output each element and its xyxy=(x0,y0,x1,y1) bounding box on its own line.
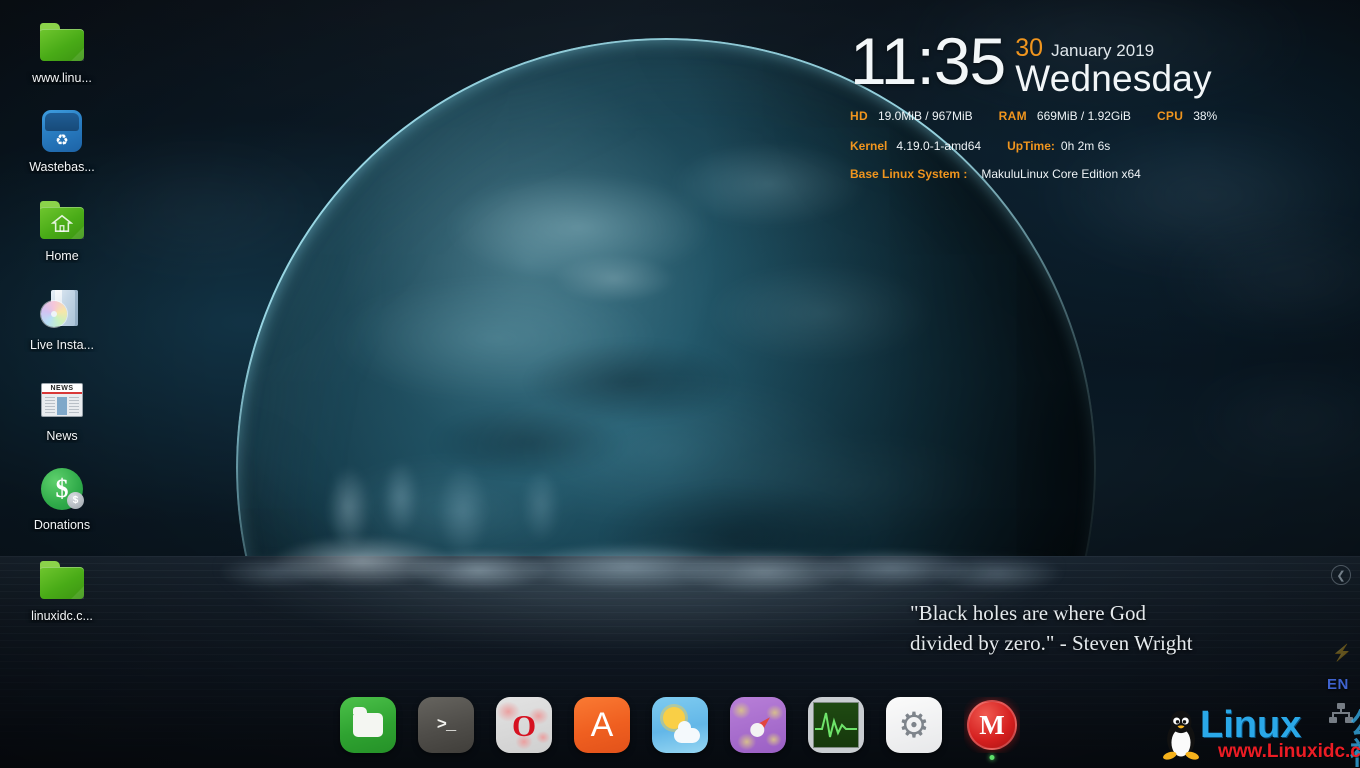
makulu-m-glyph: M xyxy=(979,709,1005,740)
desktop-icon-www-linu[interactable]: www.linu... xyxy=(0,14,124,87)
stat-value-hd: 19.0MiB / 967MiB xyxy=(877,109,973,123)
opera-o-glyph: O xyxy=(511,707,537,743)
folder-icon xyxy=(0,556,124,604)
uptime-label: UpTime: xyxy=(1007,139,1055,153)
chevron-left-icon: ❮ xyxy=(1336,569,1346,582)
house-glyph xyxy=(51,214,73,232)
gear-icon: ⚙ xyxy=(886,697,942,753)
desktop-icon-label: Home xyxy=(45,249,79,263)
desktop-icon-label: Live Insta... xyxy=(30,338,94,352)
tray-power-button[interactable]: ⚡ xyxy=(1332,643,1352,663)
base-system-value: MakuluLinux Core Edition x64 xyxy=(981,167,1141,181)
stat-value-ram: 669MiB / 1.92GiB xyxy=(1036,109,1131,123)
kernel-value: 4.19.0-1-amd64 xyxy=(896,139,982,153)
stat-value-cpu: 38% xyxy=(1193,109,1218,123)
running-indicator-dot xyxy=(989,755,995,760)
base-system-row: Base Linux System : MakuluLinux Core Edi… xyxy=(850,167,1290,181)
desktop-icon-donations[interactable]: $ $ Donations xyxy=(0,461,124,534)
live-installer-disc-icon xyxy=(0,285,124,333)
desktop-icon-label: Wastebas... xyxy=(29,160,95,174)
dock-item-ardour[interactable]: A xyxy=(574,697,630,753)
dock-item-makulu-menu[interactable]: M xyxy=(964,697,1020,760)
terminal-prompt-glyph: >_ xyxy=(436,715,456,735)
tray-collapse-button[interactable]: ❮ xyxy=(1331,565,1351,585)
stat-label-ram: RAM xyxy=(998,109,1027,123)
gear-glyph: ⚙ xyxy=(898,705,930,745)
weather-sun-cloud-icon xyxy=(652,697,708,753)
makulu-logo-icon: M xyxy=(964,697,1020,753)
conky-system-widget: 11:35 30 January 2019 Wednesday HD 19.0M… xyxy=(850,28,1290,181)
desktop-icon-home[interactable]: Home xyxy=(0,192,124,265)
desktop-icon-linuxidc[interactable]: linuxidc.c... xyxy=(0,552,124,625)
compass-icon xyxy=(730,697,786,753)
dock-item-file-manager[interactable] xyxy=(340,697,396,753)
kernel-label: Kernel xyxy=(850,139,888,153)
quote-line-1: "Black holes are where God xyxy=(910,601,1146,625)
folder-icon xyxy=(0,18,124,66)
system-monitor-icon xyxy=(808,697,864,753)
kernel-uptime-row: Kernel 4.19.0-1-amd64 UpTime: 0h 2m 6s xyxy=(850,139,1290,153)
clock-row: 11:35 30 January 2019 Wednesday xyxy=(850,28,1290,99)
letter-a-glyph: A xyxy=(590,706,614,744)
dock-item-terminal[interactable]: >_ xyxy=(418,697,474,753)
dock-item-settings[interactable]: ⚙ xyxy=(886,697,942,753)
news-icon: NEWS xyxy=(0,376,124,424)
system-stats-row: HD 19.0MiB / 967MiB RAM 669MiB / 1.92GiB… xyxy=(850,109,1290,123)
dock-item-compass[interactable] xyxy=(730,697,786,753)
terminal-icon: >_ xyxy=(418,697,474,753)
dock-item-system-monitor[interactable] xyxy=(808,697,864,753)
letter-a-icon: A xyxy=(574,697,630,753)
waveform-glyph xyxy=(815,712,857,738)
application-dock: >_ O A ⚙ M xyxy=(0,682,1360,768)
desktop-icon-wastebasket[interactable]: ♻ Wastebas... xyxy=(0,103,124,176)
desktop-icon-live-installer[interactable]: Live Insta... xyxy=(0,281,124,354)
dock-item-weather[interactable] xyxy=(652,697,708,753)
desktop-icon-label: Donations xyxy=(33,518,91,532)
desktop-icon-news[interactable]: NEWS News xyxy=(0,372,124,445)
donations-dollar-icon: $ $ xyxy=(0,465,124,513)
folder-icon xyxy=(340,697,396,753)
stat-label-cpu: CPU xyxy=(1156,109,1184,123)
desktop-icon-label: www.linu... xyxy=(32,71,92,85)
dock-item-opera[interactable]: O xyxy=(496,697,552,753)
lightning-bolt-icon: ⚡ xyxy=(1332,645,1352,662)
clock-date-block: 30 January 2019 Wednesday xyxy=(1015,28,1212,99)
quote-line-2: divided by zero." - Steven Wright xyxy=(910,631,1193,655)
desktop-icon-label: linuxidc.c... xyxy=(31,609,93,623)
home-folder-icon xyxy=(0,196,124,244)
desktop-icon-label: News xyxy=(46,429,78,443)
uptime-value: 0h 2m 6s xyxy=(1060,139,1111,153)
wastebasket-icon: ♻ xyxy=(0,107,124,155)
date-weekday: Wednesday xyxy=(1015,58,1212,99)
stat-label-hd: HD xyxy=(850,109,868,123)
desktop-icon-column: www.linu... ♻ Wastebas... Home Live Inst… xyxy=(0,0,126,625)
clock-time: 11:35 xyxy=(850,24,1006,98)
desktop-quote: "Black holes are where God divided by ze… xyxy=(910,598,1310,658)
opera-browser-icon: O xyxy=(496,697,552,753)
base-system-label: Base Linux System : xyxy=(850,167,968,181)
